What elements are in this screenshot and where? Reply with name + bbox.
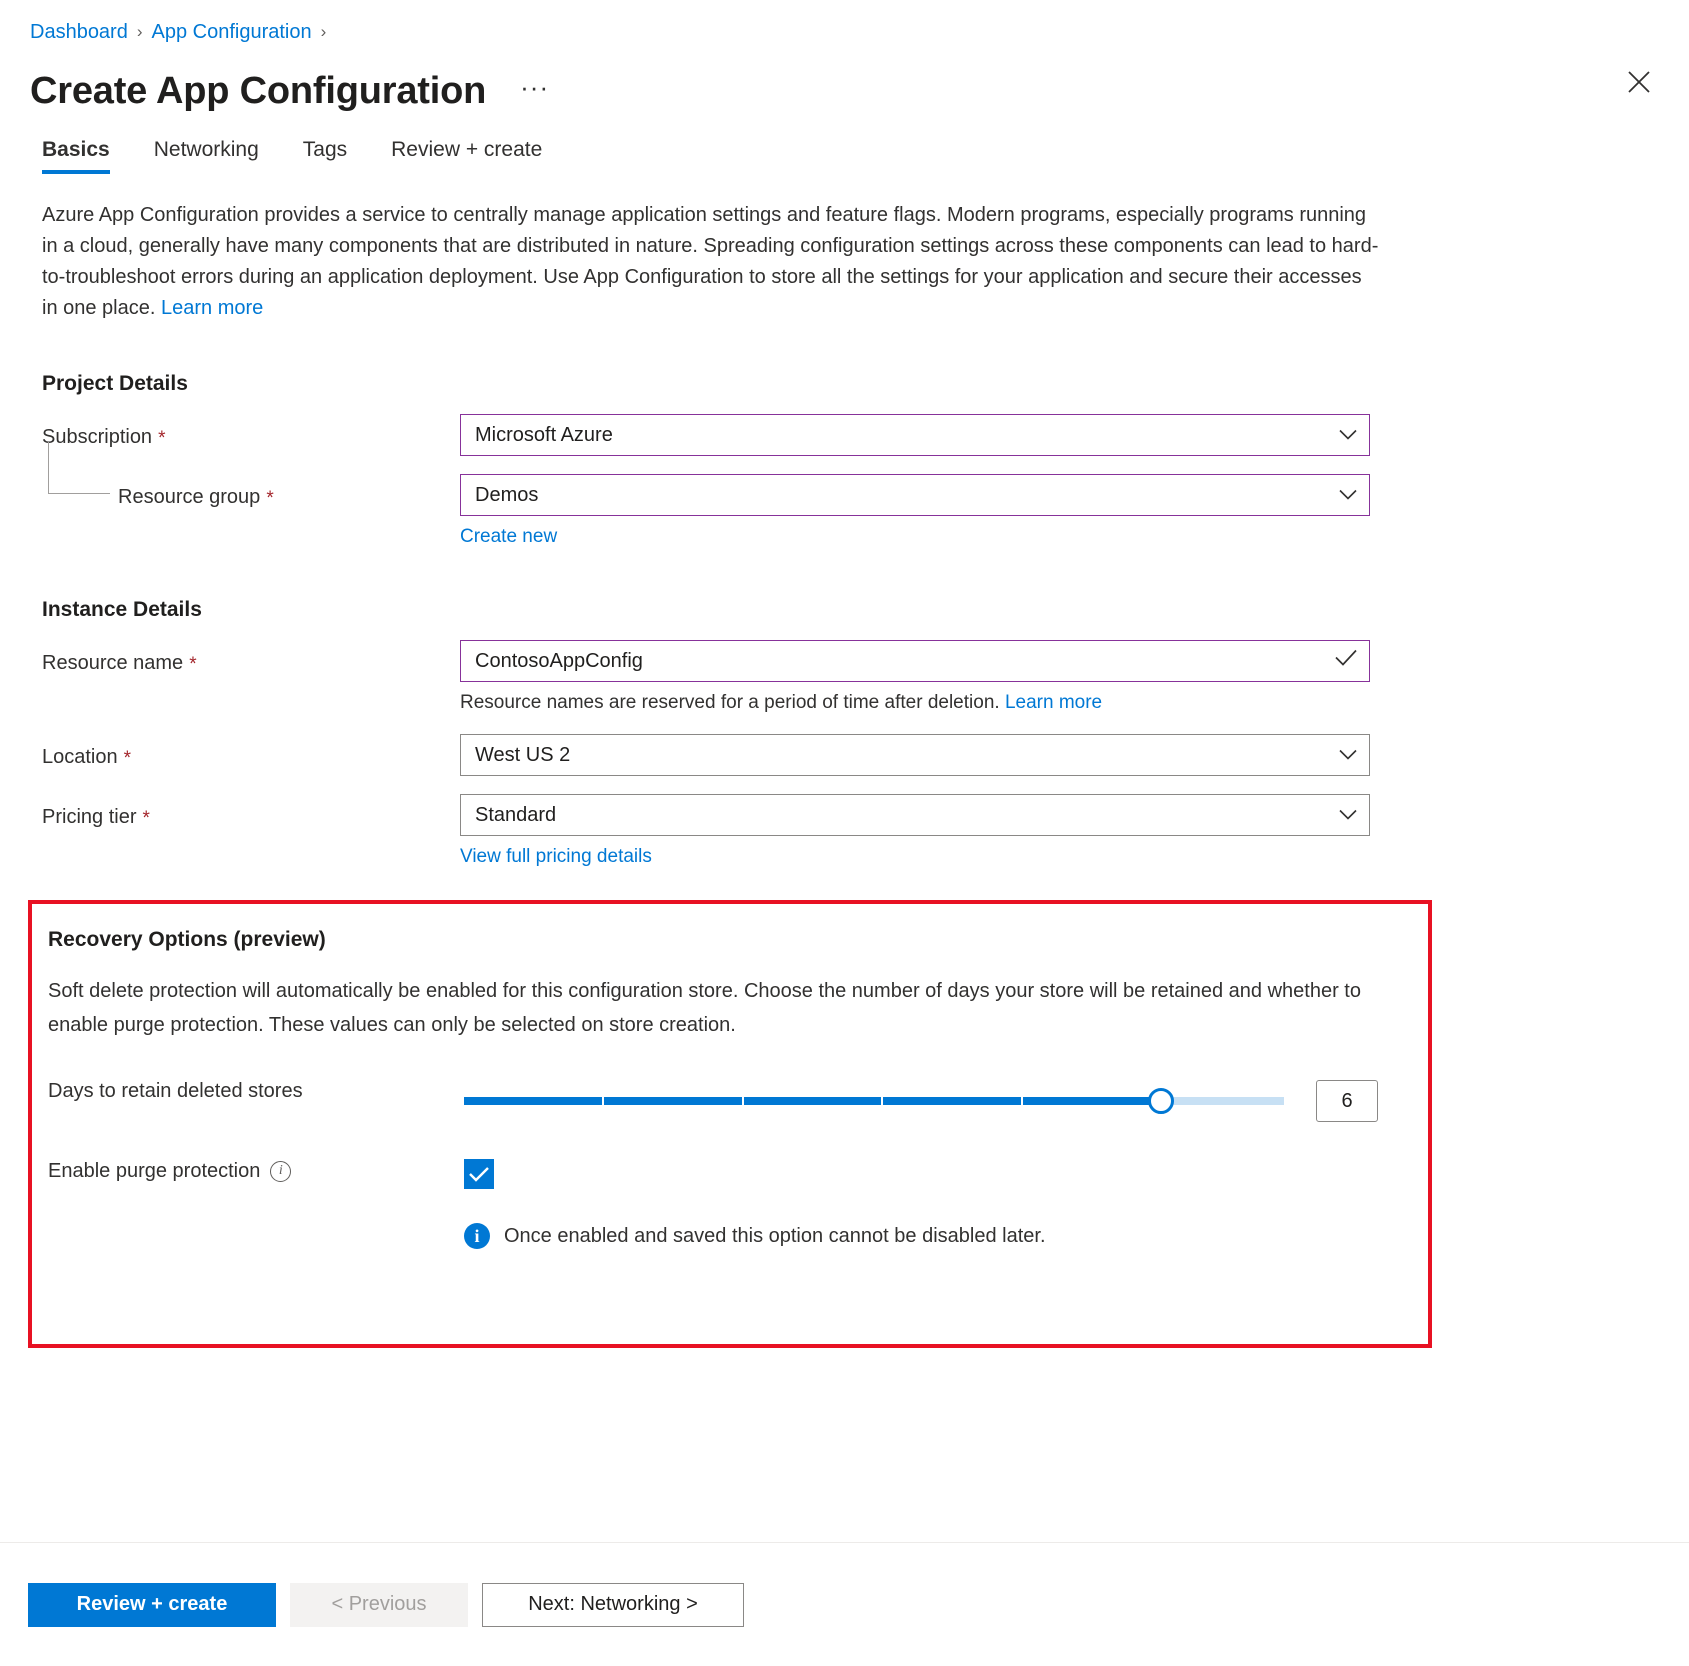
retention-days-value-input[interactable]: 6	[1316, 1080, 1378, 1122]
view-full-pricing-details-link[interactable]: View full pricing details	[460, 844, 652, 870]
chevron-down-icon	[1339, 744, 1357, 767]
purge-protection-note: i Once enabled and saved this option can…	[464, 1223, 1428, 1249]
pricing-tier-value: Standard	[475, 804, 556, 827]
purge-protection-note-text: Once enabled and saved this option canno…	[504, 1223, 1046, 1249]
retention-days-slider[interactable]	[464, 1089, 1284, 1113]
title-row: Create App Configuration ···	[0, 46, 1689, 114]
chevron-down-icon	[1339, 424, 1357, 447]
retention-days-row: Days to retain deleted stores 6	[32, 1078, 1428, 1122]
validation-check-icon	[1335, 650, 1357, 673]
resource-name-field-cell: ContosoAppConfig Resource names are rese…	[460, 640, 1370, 716]
instance-details-heading: Instance Details	[42, 598, 1689, 622]
location-label-cell: Location *	[42, 734, 460, 770]
retention-days-label-cell: Days to retain deleted stores	[48, 1078, 464, 1104]
slider-ticks	[464, 1097, 1161, 1105]
resource-group-dropdown[interactable]: Demos	[460, 474, 1370, 516]
subscription-row: Subscription * Microsoft Azure	[0, 414, 1689, 456]
project-details-heading: Project Details	[42, 372, 1689, 396]
required-asterisk: *	[142, 809, 149, 828]
tab-review-create[interactable]: Review + create	[391, 137, 564, 174]
previous-button[interactable]: < Previous	[290, 1583, 468, 1627]
required-asterisk: *	[158, 429, 165, 448]
create-new-resource-group-link[interactable]: Create new	[460, 524, 557, 550]
create-app-configuration-blade: Dashboard › App Configuration › Create A…	[0, 0, 1689, 1666]
purge-protection-checkbox-cell	[464, 1158, 494, 1189]
info-circle-icon[interactable]: i	[270, 1161, 291, 1182]
pricing-tier-dropdown[interactable]: Standard	[460, 794, 1370, 836]
resource-group-row: Resource group * Demos Create new	[0, 474, 1689, 550]
breadcrumb: Dashboard › App Configuration ›	[0, 0, 1689, 46]
basics-form: Azure App Configuration provides a servi…	[0, 174, 1689, 1666]
purge-protection-checkbox[interactable]	[464, 1159, 494, 1189]
subscription-value: Microsoft Azure	[475, 424, 613, 447]
tab-networking[interactable]: Networking	[154, 137, 281, 174]
check-icon	[469, 1167, 489, 1182]
info-filled-icon: i	[464, 1223, 490, 1249]
resource-name-label: Resource name	[42, 651, 183, 676]
breadcrumb-separator-icon: ›	[137, 18, 143, 46]
pricing-tier-label-cell: Pricing tier *	[42, 794, 460, 830]
next-networking-button[interactable]: Next: Networking >	[482, 1583, 744, 1627]
location-field-cell: West US 2	[460, 734, 1370, 776]
location-value: West US 2	[475, 744, 570, 767]
page-title: Create App Configuration	[30, 68, 486, 114]
purge-protection-label-cell: Enable purge protection i	[48, 1158, 464, 1184]
resource-group-value: Demos	[475, 484, 538, 507]
close-icon	[1626, 69, 1652, 95]
blade-footer: Review + create < Previous Next: Network…	[0, 1542, 1689, 1666]
resource-name-row: Resource name * ContosoAppConfig Resourc…	[0, 640, 1689, 716]
close-button[interactable]	[1617, 60, 1661, 104]
tab-bar: Basics Networking Tags Review + create	[0, 114, 1689, 174]
location-row: Location * West US 2	[0, 734, 1689, 776]
recovery-options-heading: Recovery Options (preview)	[48, 928, 1428, 952]
required-asterisk: *	[266, 489, 273, 508]
chevron-down-icon	[1339, 484, 1357, 507]
pricing-tier-label: Pricing tier	[42, 805, 136, 830]
resource-group-field-cell: Demos Create new	[460, 474, 1370, 550]
location-label: Location	[42, 745, 118, 770]
location-dropdown[interactable]: West US 2	[460, 734, 1370, 776]
review-create-button[interactable]: Review + create	[28, 1583, 276, 1627]
tree-connector-line	[48, 442, 110, 494]
resource-name-helper-text: Resource names are reserved for a period…	[460, 692, 1000, 713]
intro-learn-more-link[interactable]: Learn more	[161, 297, 263, 319]
resource-name-helper: Resource names are reserved for a period…	[460, 690, 1370, 716]
slider-thumb[interactable]	[1148, 1088, 1174, 1114]
tab-tags[interactable]: Tags	[303, 137, 369, 174]
required-asterisk: *	[189, 655, 196, 674]
chevron-down-icon	[1339, 804, 1357, 827]
purge-protection-row: Enable purge protection i	[32, 1158, 1428, 1189]
recovery-options-highlight: Recovery Options (preview) Soft delete p…	[28, 900, 1432, 1348]
required-asterisk: *	[124, 749, 131, 768]
resource-group-label: Resource group	[118, 485, 260, 510]
resource-name-value: ContosoAppConfig	[475, 650, 643, 673]
intro-paragraph: Azure App Configuration provides a servi…	[42, 200, 1382, 324]
purge-protection-label: Enable purge protection	[48, 1158, 260, 1184]
tab-basics[interactable]: Basics	[42, 137, 132, 174]
resource-name-learn-more-link[interactable]: Learn more	[1005, 692, 1102, 713]
resource-group-label-cell: Resource group *	[42, 474, 460, 510]
retention-days-control: 6	[464, 1078, 1378, 1122]
pricing-tier-row: Pricing tier * Standard View full pricin…	[0, 794, 1689, 870]
resource-name-input[interactable]: ContosoAppConfig	[460, 640, 1370, 682]
breadcrumb-separator-icon: ›	[321, 18, 327, 46]
subscription-dropdown[interactable]: Microsoft Azure	[460, 414, 1370, 456]
recovery-options-description: Soft delete protection will automaticall…	[48, 974, 1368, 1042]
resource-name-label-cell: Resource name *	[42, 640, 460, 676]
pricing-tier-field-cell: Standard View full pricing details	[460, 794, 1370, 870]
breadcrumb-item-dashboard[interactable]: Dashboard	[30, 18, 128, 46]
retention-days-label: Days to retain deleted stores	[48, 1078, 303, 1104]
subscription-field-cell: Microsoft Azure	[460, 414, 1370, 456]
breadcrumb-item-app-configuration[interactable]: App Configuration	[152, 18, 312, 46]
more-options-button[interactable]: ···	[512, 72, 557, 110]
